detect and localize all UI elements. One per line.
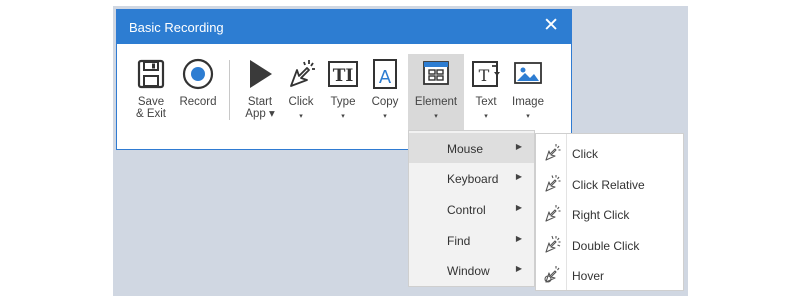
menu-item-find[interactable]: Find ▶	[409, 225, 534, 255]
element-icon	[423, 61, 449, 85]
text-label: Text	[475, 96, 497, 108]
copy-icon: A	[373, 59, 397, 89]
copy-label: Copy	[371, 96, 399, 108]
record-button[interactable]: Record	[175, 54, 221, 134]
save-exit-button[interactable]: Save & Exit	[127, 54, 175, 134]
menu-item-label: Window	[447, 264, 490, 278]
submenu-arrow-icon: ▶	[515, 142, 522, 151]
save-icon	[137, 59, 165, 89]
menu-item-label: Find	[447, 234, 471, 248]
image-dropdown-icon: ▾	[526, 113, 530, 120]
submenu-item-label: Right Click	[572, 208, 630, 222]
copy-button[interactable]: A Copy ▾	[365, 54, 405, 134]
toolbar-separator	[229, 60, 230, 120]
record-label: Record	[179, 96, 217, 108]
menu-item-label: Keyboard	[447, 172, 499, 186]
element-button[interactable]: Element ▾	[408, 54, 464, 134]
submenu-item-label: Double Click	[572, 239, 640, 253]
click-icon	[545, 144, 561, 161]
text-dropdown-icon: ▾	[484, 113, 488, 120]
window-title: Basic Recording	[129, 20, 224, 35]
svg-text:T: T	[479, 66, 490, 85]
click-relative-icon	[545, 175, 561, 192]
text-icon: T	[472, 61, 500, 87]
svg-text:A: A	[379, 67, 392, 88]
type-button[interactable]: TI Type ▾	[323, 54, 363, 134]
image-label: Image	[512, 96, 544, 108]
submenu-item-label: Click	[572, 147, 598, 161]
copy-dropdown-icon: ▾	[383, 113, 387, 120]
right-click-icon	[545, 205, 561, 222]
element-label: Element	[414, 96, 458, 108]
submenu-arrow-icon: ▶	[515, 264, 522, 273]
submenu-item-right-click[interactable]: Right Click	[536, 198, 683, 228]
click-label: Click	[288, 96, 314, 108]
menu-item-label: Mouse	[447, 142, 484, 156]
start-app-button[interactable]: Start App ▾	[239, 54, 281, 134]
click-button[interactable]: Click ▾	[281, 54, 321, 134]
mouse-submenu: Click Click Relative Right Click Double …	[535, 133, 684, 291]
menu-item-mouse[interactable]: Mouse ▶	[409, 133, 534, 163]
type-dropdown-icon: ▾	[341, 113, 345, 120]
text-button[interactable]: T Text ▾	[467, 54, 505, 134]
submenu-item-double-click[interactable]: Double Click	[536, 229, 683, 259]
svg-text:TI: TI	[333, 66, 354, 86]
element-dropdown-icon: ▾	[434, 113, 438, 120]
click-dropdown-icon: ▾	[299, 113, 303, 120]
element-dropdown-menu: Mouse ▶ Keyboard ▶ Control ▶ Find ▶ Wind…	[408, 130, 535, 287]
basic-recording-window: Basic Recording ✕ Save & Exit Record Sta…	[116, 9, 572, 150]
submenu-item-hover[interactable]: Hover	[536, 259, 683, 289]
save-exit-label: Save & Exit	[135, 96, 167, 120]
double-click-icon	[545, 235, 561, 253]
menu-item-label: Control	[447, 203, 486, 217]
submenu-item-label: Click Relative	[572, 178, 645, 192]
menu-item-control[interactable]: Control ▶	[409, 194, 534, 224]
window-titlebar: Basic Recording ✕	[117, 10, 571, 44]
submenu-arrow-icon: ▶	[515, 172, 522, 181]
start-app-icon	[250, 60, 272, 88]
submenu-arrow-icon: ▶	[515, 234, 522, 243]
recording-toolbar: Save & Exit Record Start App ▾ Click ▾ T…	[117, 54, 571, 134]
submenu-item-click-relative[interactable]: Click Relative	[536, 168, 683, 198]
image-button[interactable]: Image ▾	[507, 54, 549, 134]
image-icon	[514, 62, 542, 84]
submenu-item-click[interactable]: Click	[536, 137, 683, 167]
start-app-label: Start App ▾	[245, 96, 275, 120]
type-label: Type	[330, 96, 356, 108]
menu-item-window[interactable]: Window ▶	[409, 255, 534, 285]
click-icon	[290, 60, 315, 87]
submenu-item-label: Hover	[572, 269, 605, 283]
close-icon[interactable]: ✕	[543, 16, 559, 35]
submenu-arrow-icon: ▶	[515, 203, 522, 212]
record-icon	[182, 58, 214, 90]
menu-item-keyboard[interactable]: Keyboard ▶	[409, 163, 534, 193]
hover-icon	[544, 266, 560, 283]
type-icon: TI	[328, 61, 358, 87]
